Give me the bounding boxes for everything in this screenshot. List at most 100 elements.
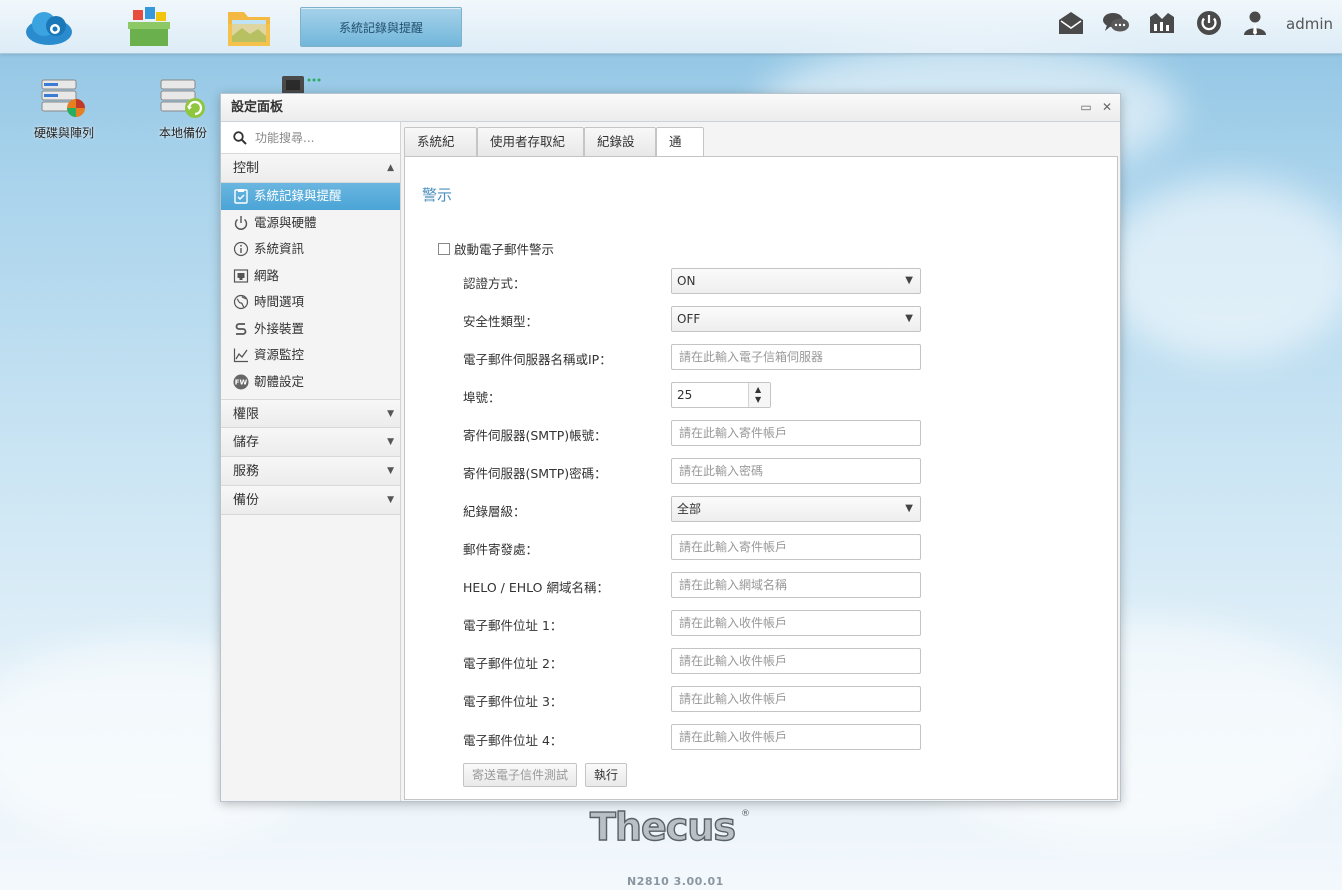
sidebar-item-system-info[interactable]: 系統資訊 — [221, 236, 400, 263]
chevron-down-icon: ▼ — [387, 437, 394, 447]
enable-email-alert-row[interactable]: 啟動電子郵件警示 — [438, 239, 554, 258]
select-value: 全部 — [677, 502, 702, 516]
chat-icon[interactable] — [1102, 9, 1130, 37]
info-icon — [233, 241, 249, 257]
maximize-icon[interactable]: ▭ — [1079, 100, 1093, 114]
field-label: 電子郵件位址 3： — [463, 694, 563, 709]
network-device-icon[interactable] — [282, 72, 324, 94]
send-test-email-button[interactable]: 寄送電子信件測試 — [463, 763, 578, 787]
backup-icon — [160, 79, 205, 118]
monitor-icon[interactable] — [1148, 9, 1176, 37]
enable-email-alert-checkbox[interactable] — [438, 243, 450, 255]
field-label: 認證方式： — [463, 276, 526, 291]
spin-down-icon[interactable]: ▼ — [755, 395, 761, 404]
dropdown-arrow-icon: ▼ — [905, 503, 913, 514]
spinner-buttons[interactable]: ▲ ▼ — [748, 383, 770, 407]
spin-up-icon[interactable]: ▲ — [755, 385, 761, 394]
brand-text: Thecus — [590, 805, 735, 848]
sender-input[interactable] — [671, 534, 921, 560]
chevron-down-icon: ▼ — [387, 495, 394, 505]
dropdown-arrow-icon: ▼ — [905, 313, 913, 324]
port-spinner[interactable]: ▲ ▼ — [671, 382, 771, 408]
sidebar-item-power-hardware[interactable]: 電源與硬體 — [221, 210, 400, 237]
active-task-button[interactable]: 系統記錄與提醒 — [300, 7, 462, 47]
mail-icon[interactable] — [1057, 9, 1085, 37]
sidebar-item-label: 電源與硬體 — [254, 214, 317, 230]
smtp-account-input[interactable] — [671, 420, 921, 446]
tab-system-log[interactable]: 系統紀錄 — [404, 127, 477, 176]
section-storage[interactable]: 儲存 ▼ — [221, 428, 400, 457]
email-address-3-input[interactable] — [671, 686, 921, 712]
username-label[interactable]: admin — [1286, 15, 1333, 33]
sidebar-item-network[interactable]: 網路 — [221, 263, 400, 290]
email-address-2-input[interactable] — [671, 648, 921, 674]
close-icon[interactable]: ✕ — [1100, 100, 1114, 114]
log-level-select[interactable]: 全部 ▼ — [671, 496, 921, 522]
file-manager-icon[interactable] — [224, 4, 274, 50]
field-label: 郵件寄發處： — [463, 542, 539, 557]
section-services[interactable]: 服務 ▼ — [221, 457, 400, 486]
network-icon — [233, 268, 249, 283]
search-input[interactable] — [255, 129, 393, 147]
sidebar-item-label: 網路 — [254, 267, 280, 283]
dropdown-arrow-icon: ▼ — [905, 275, 913, 286]
tab-user-access-log[interactable]: 使用者存取紀錄 — [477, 127, 584, 176]
field-label: 寄件伺服器(SMTP)密碼： — [463, 466, 607, 481]
tab-notification[interactable]: 通知 — [656, 127, 704, 176]
security-type-select[interactable]: OFF ▼ — [671, 306, 921, 332]
settings-content: 系統紀錄 使用者存取紀錄 紀錄設定 通知 警示 啟動電子郵件警示 認證方式： O… — [404, 124, 1120, 801]
email-address-1-input[interactable] — [671, 610, 921, 636]
svg-text:FW: FW — [235, 378, 248, 386]
chevron-down-icon: ▼ — [387, 409, 394, 419]
window-title: 設定面板 — [231, 100, 284, 115]
disk-stack-icon — [41, 79, 85, 117]
sidebar-item-system-log[interactable]: 系統記錄與提醒 — [221, 183, 400, 210]
smtp-password-input[interactable] — [671, 458, 921, 484]
desktop-icon-label: 硬碟與陣列 — [33, 126, 94, 140]
port-input[interactable] — [672, 383, 748, 407]
app-center-icon[interactable] — [124, 4, 174, 50]
field-label: 寄件伺服器(SMTP)帳號： — [463, 428, 607, 443]
firmware-icon: FW — [233, 374, 249, 389]
cloud-app-icon[interactable] — [24, 4, 74, 50]
field-label: 電子郵件位址 1： — [463, 618, 563, 633]
firmware-version: N2810 3.00.01 — [627, 875, 724, 888]
smtp-server-input[interactable] — [671, 344, 921, 370]
field-label: 紀錄層級： — [463, 504, 526, 519]
search-icon — [233, 131, 247, 145]
line-chart-icon — [233, 348, 248, 363]
sidebar-item-resource-monitor[interactable]: 資源監控 — [221, 342, 400, 369]
section-label: 備份 — [233, 493, 260, 508]
sidebar-item-label: 韌體設定 — [254, 373, 305, 389]
window-title-bar[interactable]: 設定面板 ▭ ✕ — [221, 94, 1120, 122]
function-search — [221, 122, 400, 154]
field-label: 電子郵件伺服器名稱或IP： — [463, 352, 612, 367]
section-label: 控制 — [233, 161, 260, 176]
section-label: 權限 — [233, 407, 260, 422]
section-control[interactable]: 控制 ▲ — [221, 154, 400, 183]
settings-sidebar: 控制 ▲ 系統記錄與提醒 電源與硬體 系統資訊 — [221, 122, 401, 801]
notification-panel: 警示 啟動電子郵件警示 認證方式： ON ▼ 安全性類型： OFF ▼ 電子郵件… — [404, 156, 1118, 800]
sidebar-item-label: 資源監控 — [254, 347, 305, 362]
section-privilege[interactable]: 權限 ▼ — [221, 399, 400, 428]
auth-method-select[interactable]: ON ▼ — [671, 268, 921, 294]
field-label: 電子郵件位址 4： — [463, 733, 563, 748]
user-icon[interactable] — [1241, 9, 1269, 37]
helo-domain-input[interactable] — [671, 572, 921, 598]
tab-log-settings[interactable]: 紀錄設定 — [584, 127, 656, 176]
sidebar-item-time[interactable]: 時間選項 — [221, 289, 400, 316]
sidebar-item-label: 外接裝置 — [254, 320, 305, 336]
usb-icon — [235, 322, 247, 335]
field-label: 埠號： — [463, 390, 501, 405]
sidebar-item-label: 時間選項 — [254, 294, 305, 309]
sidebar-item-label: 系統記錄與提醒 — [254, 188, 342, 203]
execute-button[interactable]: 執行 — [585, 763, 628, 787]
field-label: 電子郵件位址 2： — [463, 656, 563, 671]
section-backup[interactable]: 備份 ▼ — [221, 486, 400, 515]
power-icon[interactable] — [1195, 9, 1223, 37]
desktop-icon-local-backup[interactable]: 本地備份 — [138, 76, 228, 141]
sidebar-item-firmware[interactable]: FW 韌體設定 — [221, 369, 400, 396]
desktop-icon-disk-raid[interactable]: 硬碟與陣列 — [19, 76, 109, 141]
sidebar-item-external-devices[interactable]: 外接裝置 — [221, 316, 400, 343]
email-address-4-input[interactable] — [671, 724, 921, 750]
